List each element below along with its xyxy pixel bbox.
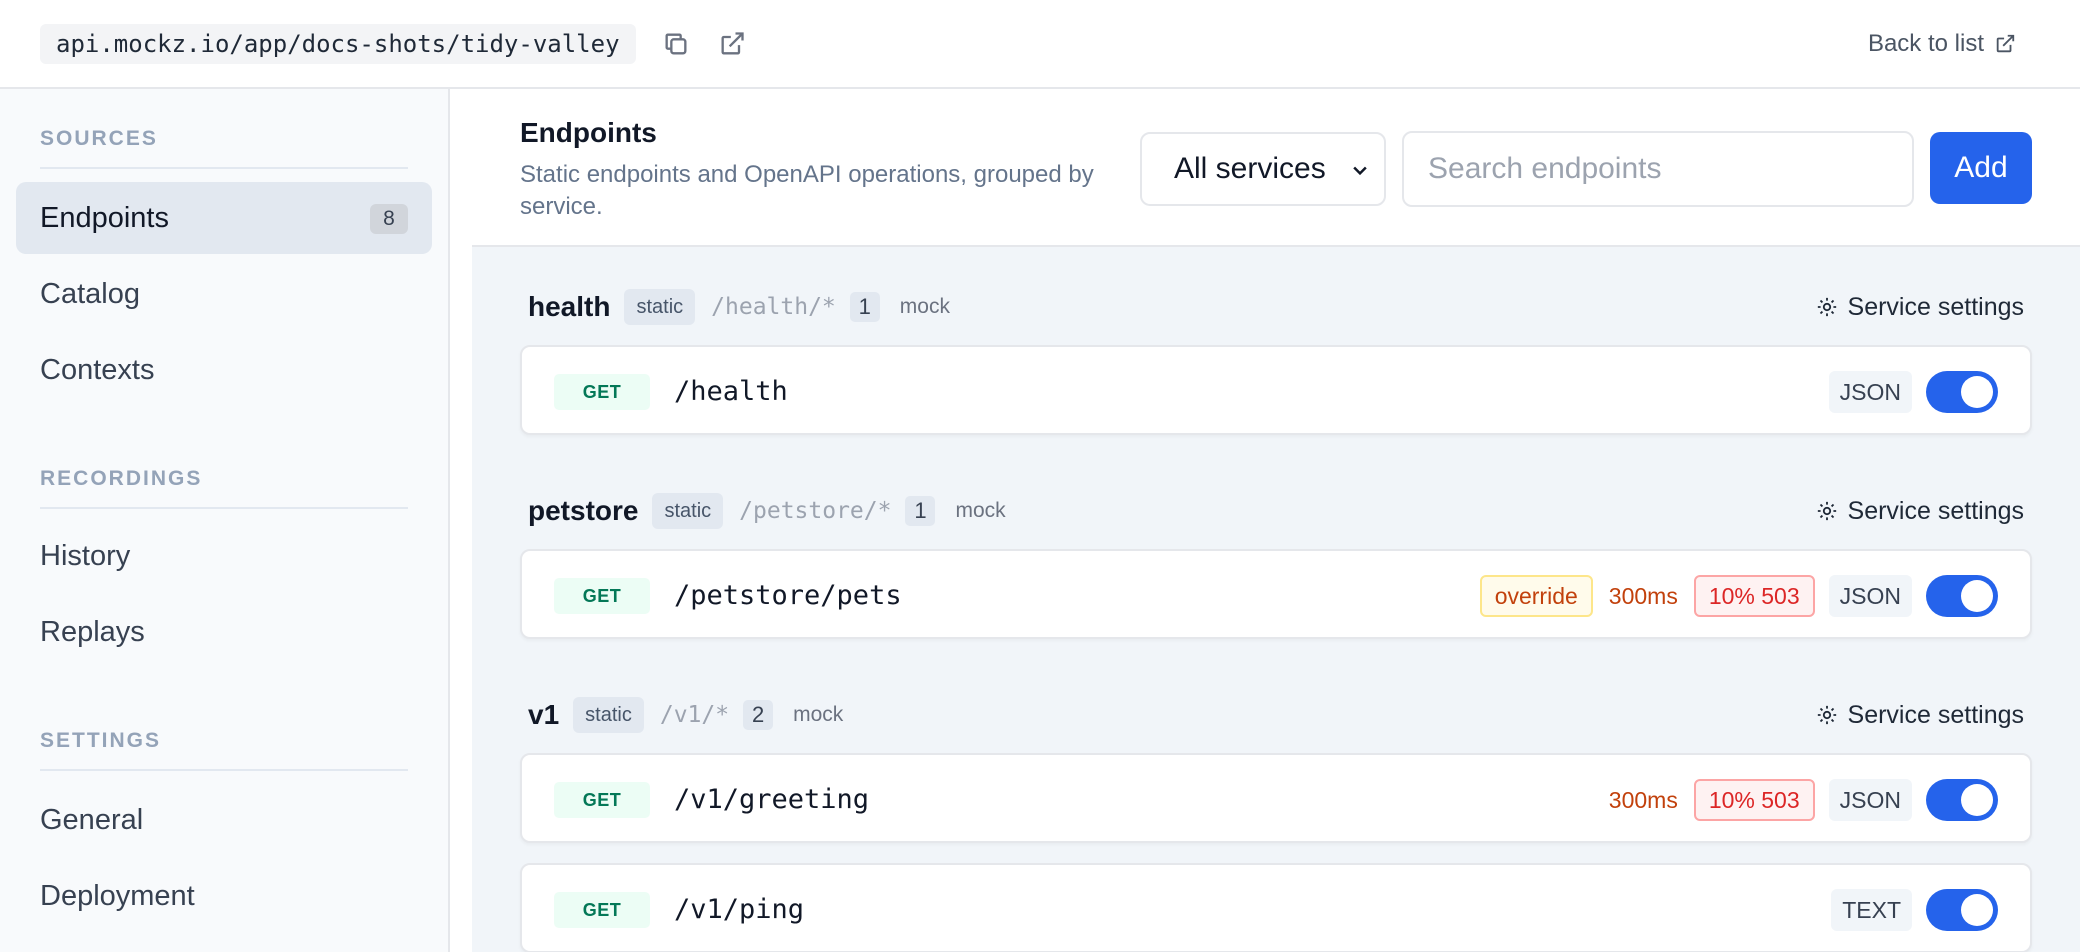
- service-group-header: v1 static /v1/* 2 mock Service settings: [528, 695, 2024, 735]
- service-filter-select[interactable]: All services: [1140, 132, 1386, 206]
- endpoint-path: /health: [674, 376, 788, 407]
- endpoint-row[interactable]: GET /v1/ping TEXT: [520, 863, 2032, 952]
- add-button[interactable]: Add: [1930, 132, 2032, 204]
- latency-label: 300ms: [1608, 582, 1678, 609]
- external-link-icon: [1996, 34, 2015, 53]
- sidebar: SOURCES Endpoints 8 Catalog Contexts REC…: [0, 89, 450, 952]
- page-description: Static endpoints and OpenAPI operations,…: [520, 161, 1094, 220]
- service-filter-value: All services: [1174, 152, 1326, 185]
- top-bar: api.mockz.io/app/docs-shots/tidy-valley …: [0, 0, 2080, 89]
- service-path: /health/*: [711, 294, 836, 320]
- sidebar-item-label: Contexts: [40, 353, 155, 386]
- response-format-badge: JSON: [1828, 371, 1912, 413]
- service-settings-label: Service settings: [1847, 496, 2024, 525]
- endpoint-enabled-toggle[interactable]: [1926, 889, 1998, 931]
- service-settings-label: Service settings: [1847, 700, 2024, 729]
- back-to-list-link[interactable]: Back to list: [1868, 24, 2016, 64]
- sidebar-item-label: Deployment: [40, 879, 195, 912]
- http-method-badge: GET: [554, 892, 650, 928]
- sidebar-item-contexts[interactable]: Contexts: [16, 334, 432, 406]
- service-name: health: [528, 291, 611, 322]
- endpoint-path: /v1/greeting: [674, 784, 870, 815]
- http-method-badge: GET: [554, 578, 650, 614]
- endpoint-count: 2: [743, 700, 774, 730]
- gear-icon: [1817, 705, 1836, 725]
- chevron-down-icon: [1353, 166, 1367, 176]
- endpoint-row[interactable]: GET /health JSON: [520, 345, 2032, 435]
- sidebar-item-replays[interactable]: Replays: [16, 596, 432, 668]
- response-format-badge: JSON: [1828, 575, 1912, 617]
- response-format-badge: TEXT: [1831, 889, 1912, 931]
- sidebar-item-label: Endpoints: [40, 201, 169, 234]
- page-header: Endpoints Static endpoints and OpenAPI o…: [472, 89, 2080, 247]
- service-settings-button[interactable]: Service settings: [1816, 491, 2024, 531]
- service-settings-label: Service settings: [1847, 292, 2024, 321]
- main-panel: Endpoints Static endpoints and OpenAPI o…: [472, 89, 2080, 952]
- service-mode: mock: [899, 295, 950, 318]
- endpoint-count-badge: 8: [370, 204, 408, 234]
- service-type-badge: static: [573, 697, 644, 733]
- endpoint-enabled-toggle[interactable]: [1926, 371, 1998, 413]
- gear-icon: [1817, 501, 1836, 521]
- endpoint-enabled-toggle[interactable]: [1926, 575, 1998, 617]
- sidebar-item-label: General: [40, 803, 144, 836]
- service-mode: mock: [955, 499, 1006, 522]
- section-title-recordings: RECORDINGS: [40, 467, 203, 490]
- divider: [40, 507, 408, 509]
- error-rate-badge: 10% 503: [1693, 779, 1815, 821]
- sidebar-item-deployment[interactable]: Deployment: [16, 860, 432, 932]
- service-type-badge: static: [652, 493, 724, 529]
- service-name: petstore: [528, 495, 639, 526]
- sidebar-item-endpoints[interactable]: Endpoints 8: [16, 182, 432, 254]
- service-settings-button[interactable]: Service settings: [1816, 695, 2024, 735]
- back-to-list-label: Back to list: [1867, 30, 1984, 57]
- app-url: api.mockz.io/app/docs-shots/tidy-valley: [40, 24, 636, 64]
- service-settings-button[interactable]: Service settings: [1816, 287, 2024, 327]
- override-badge: override: [1479, 575, 1593, 617]
- error-rate-badge: 10% 503: [1693, 575, 1815, 617]
- sidebar-item-label: Replays: [40, 615, 145, 648]
- gear-icon: [1817, 297, 1836, 317]
- search-input[interactable]: [1402, 131, 1914, 207]
- endpoint-count: 1: [849, 292, 880, 322]
- service-path: /petstore/*: [739, 498, 892, 524]
- endpoint-count: 1: [905, 496, 936, 526]
- section-title-settings: SETTINGS: [40, 729, 162, 752]
- endpoint-path: /v1/ping: [674, 894, 805, 925]
- divider: [40, 167, 408, 169]
- page-title: Endpoints: [520, 117, 657, 148]
- endpoint-enabled-toggle[interactable]: [1926, 779, 1998, 821]
- sidebar-item-general[interactable]: General: [16, 784, 432, 856]
- response-format-badge: JSON: [1828, 779, 1912, 821]
- service-mode: mock: [793, 703, 844, 726]
- divider: [40, 769, 408, 771]
- service-group-header: petstore static /petstore/* 1 mock Servi…: [528, 491, 2024, 531]
- external-link-icon[interactable]: [714, 26, 750, 62]
- sidebar-item-catalog[interactable]: Catalog: [16, 258, 432, 330]
- service-group-header: health static /health/* 1 mock Service s…: [528, 287, 2024, 327]
- service-type-badge: static: [624, 289, 696, 325]
- sidebar-item-label: History: [40, 539, 131, 572]
- latency-label: 300ms: [1608, 786, 1678, 813]
- http-method-badge: GET: [554, 782, 650, 818]
- endpoint-row[interactable]: GET /petstore/pets override 300ms 10% 50…: [520, 549, 2032, 639]
- http-method-badge: GET: [554, 374, 650, 410]
- endpoint-row[interactable]: GET /v1/greeting 300ms 10% 503 JSON: [520, 753, 2032, 843]
- service-name: v1: [528, 699, 560, 730]
- sidebar-item-label: Catalog: [40, 277, 140, 310]
- section-title-sources: SOURCES: [40, 127, 158, 150]
- sidebar-item-history[interactable]: History: [16, 520, 432, 592]
- endpoint-path: /petstore/pets: [674, 580, 902, 611]
- copy-icon[interactable]: [658, 26, 694, 62]
- service-path: /v1/*: [659, 702, 730, 728]
